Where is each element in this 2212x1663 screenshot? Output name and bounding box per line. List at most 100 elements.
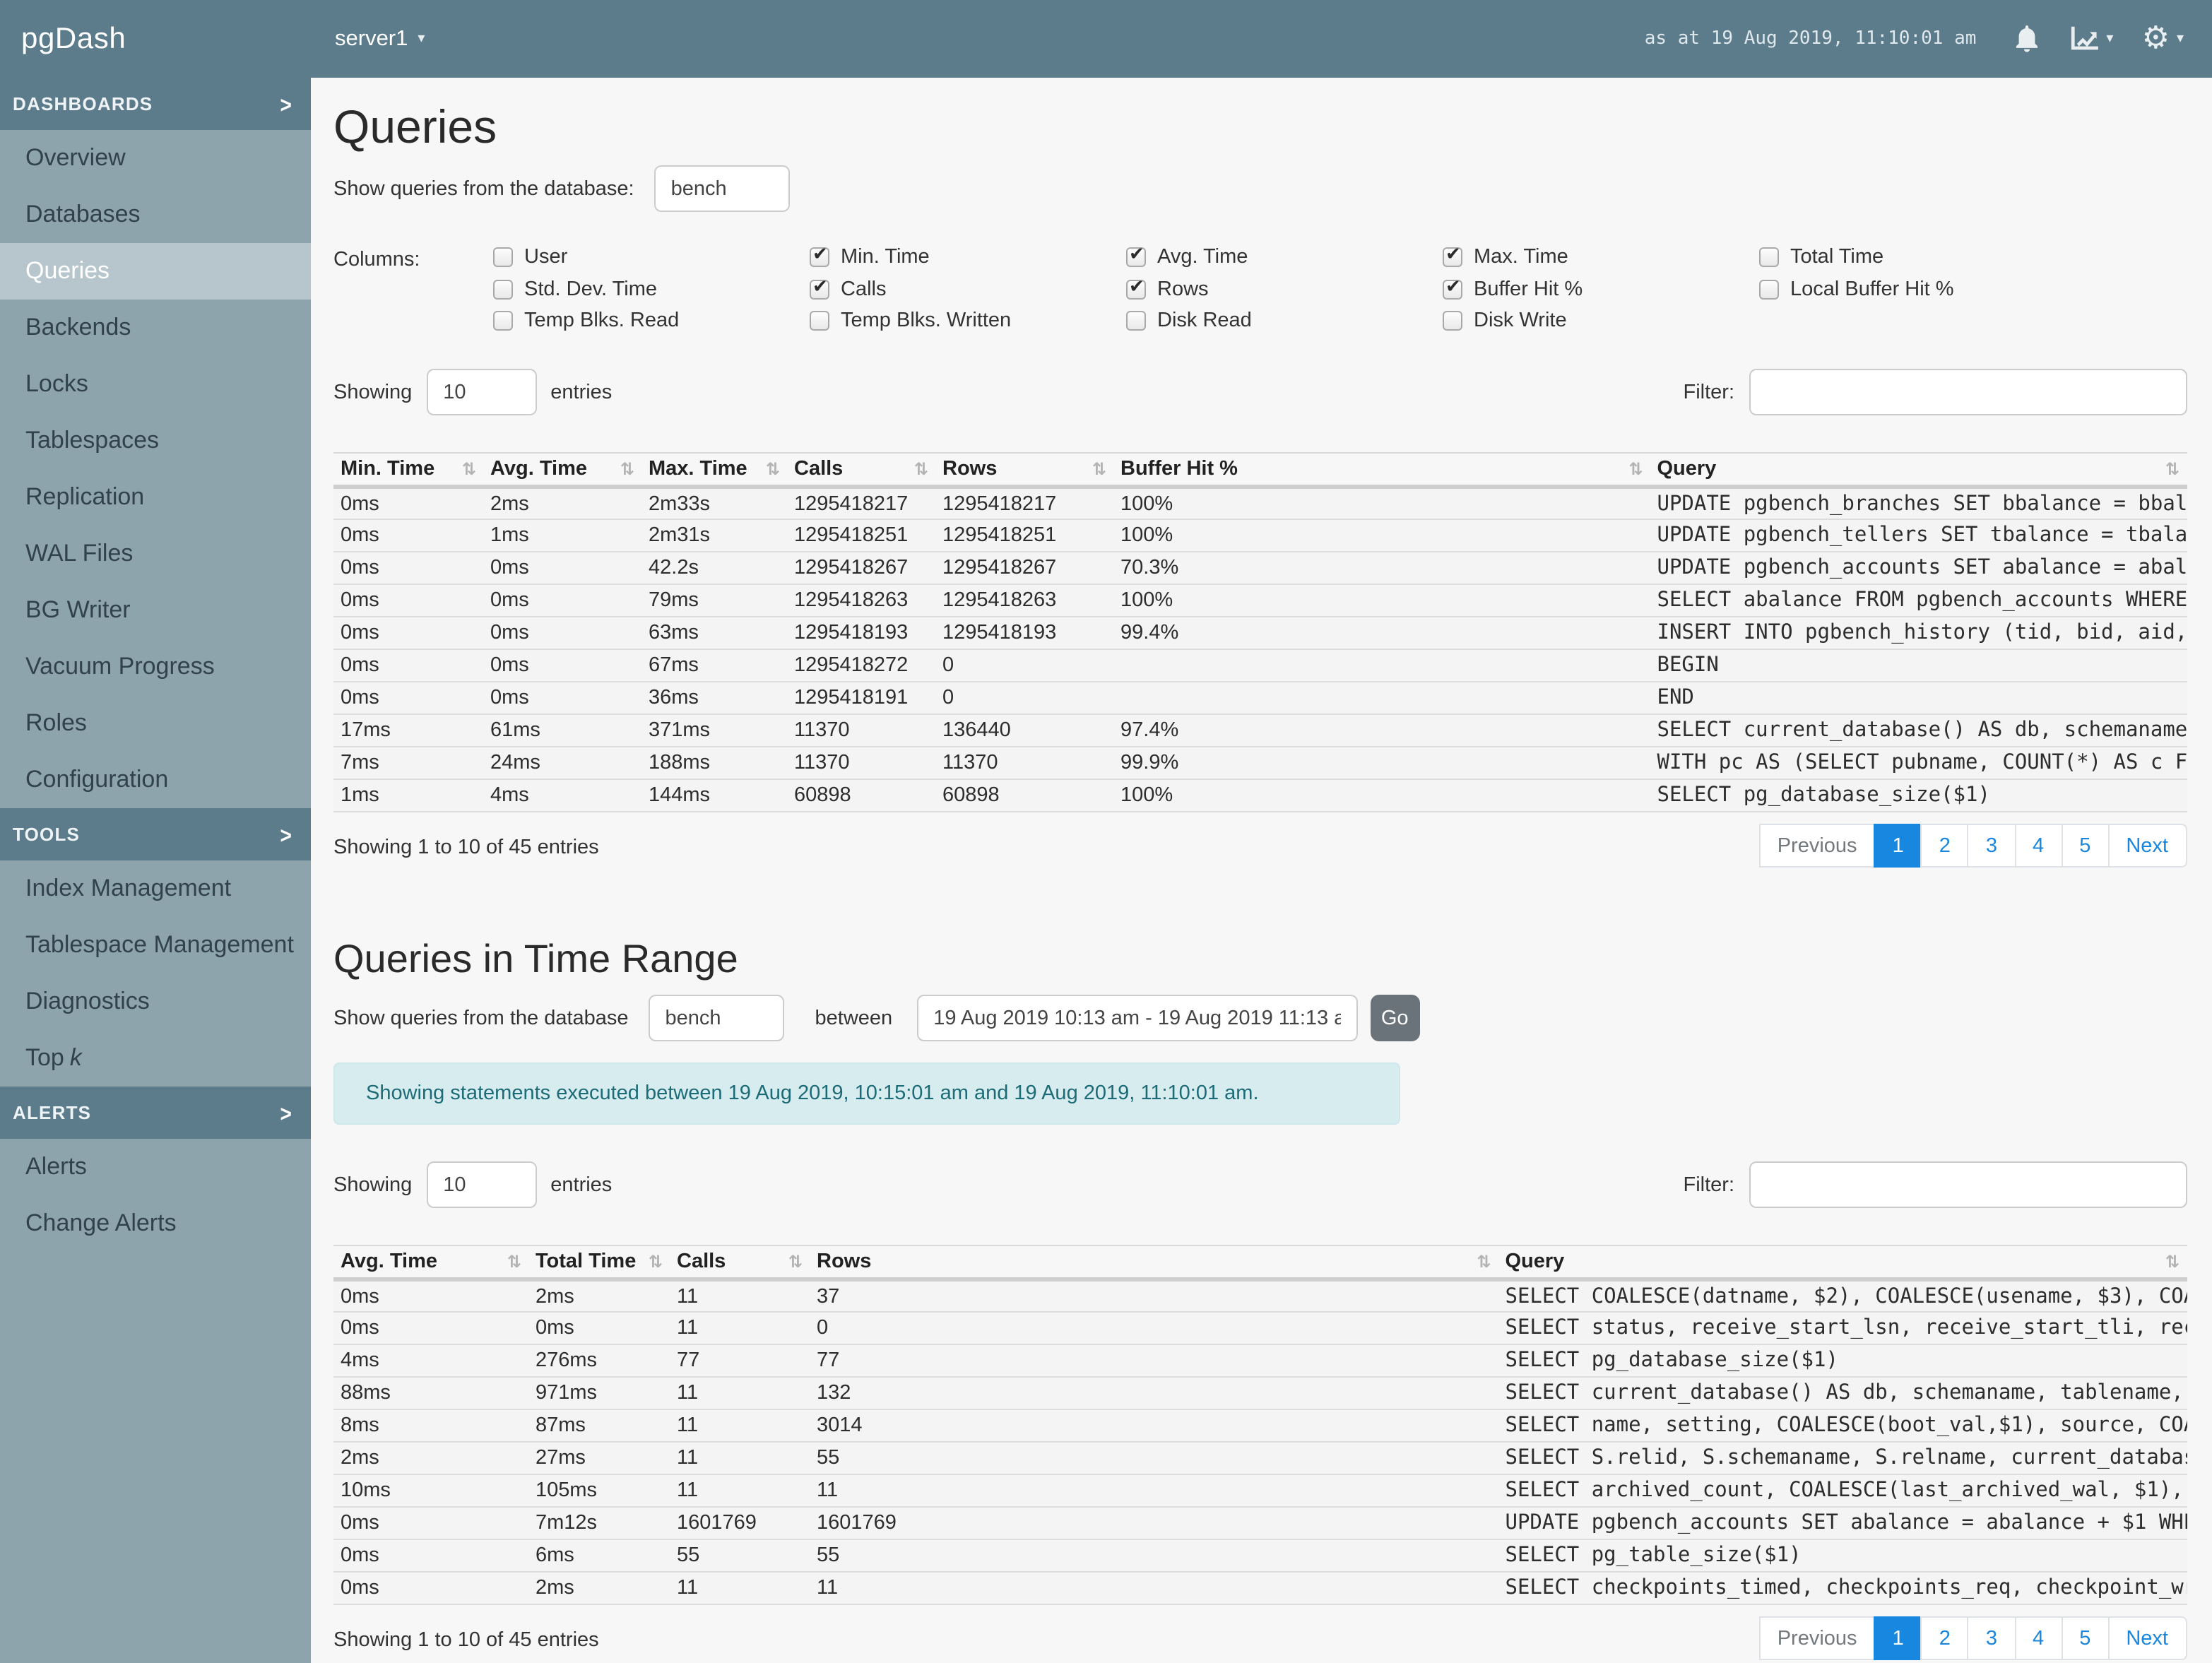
page-size-input[interactable] bbox=[426, 369, 537, 415]
sidebar-item[interactable]: BG Writer bbox=[0, 582, 311, 639]
pagination-button[interactable]: 2 bbox=[1920, 1616, 1969, 1660]
column-header[interactable]: Query ⇅ bbox=[1498, 1245, 2187, 1282]
pagination-button[interactable]: 4 bbox=[2014, 824, 2063, 868]
query-link[interactable]: WITH pc AS (SELECT pubname, COUNT(*) AS … bbox=[1650, 747, 2187, 780]
sidebar-item[interactable]: Locks bbox=[0, 356, 311, 413]
query-link[interactable]: SELECT current_database() AS db, scheman… bbox=[1650, 714, 2187, 747]
pagination-button[interactable]: 3 bbox=[1967, 1616, 2016, 1660]
sort-icon[interactable]: ⇅ bbox=[1628, 459, 1643, 479]
sidebar-item[interactable]: Tablespaces bbox=[0, 413, 311, 469]
sidebar-item[interactable]: Configuration bbox=[0, 752, 311, 808]
charts-menu-button[interactable]: ▾ bbox=[2068, 25, 2113, 52]
pagination-button[interactable]: 1 bbox=[1874, 824, 1922, 868]
column-checkbox-option[interactable]: Std. Dev. Time bbox=[493, 278, 810, 300]
sidebar-item[interactable]: Queries bbox=[0, 243, 311, 300]
column-checkbox-option[interactable]: Max. Time bbox=[1443, 244, 1759, 268]
column-header[interactable]: Avg. Time ⇅ bbox=[483, 452, 641, 489]
query-link[interactable]: UPDATE pgbench_accounts SET abalance = a… bbox=[1498, 1507, 2187, 1540]
query-link[interactable]: INSERT INTO pgbench_history (tid, bid, a… bbox=[1650, 617, 2187, 650]
sort-icon[interactable]: ⇅ bbox=[766, 459, 780, 479]
checkbox-icon[interactable] bbox=[1759, 279, 1779, 299]
sort-icon[interactable]: ⇅ bbox=[2165, 1252, 2180, 1272]
sort-icon[interactable]: ⇅ bbox=[1092, 459, 1106, 479]
pagination-button[interactable]: 5 bbox=[2061, 824, 2110, 868]
checkbox-icon[interactable] bbox=[810, 311, 829, 331]
checkbox-icon[interactable] bbox=[1126, 311, 1146, 331]
sidebar-item[interactable]: Databases bbox=[0, 187, 311, 243]
sidebar-section-dashboards[interactable]: DASHBOARDS > bbox=[0, 78, 311, 130]
query-link[interactable]: SELECT S.relid, S.schemaname, S.relname,… bbox=[1498, 1442, 2187, 1475]
column-checkbox-option[interactable]: Temp Blks. Written bbox=[810, 309, 1126, 332]
sidebar-item[interactable]: Tablespace Management bbox=[0, 917, 311, 973]
checkbox-icon[interactable] bbox=[1126, 244, 1146, 267]
pagination-button[interactable]: 5 bbox=[2061, 1616, 2110, 1660]
query-link[interactable]: BEGIN bbox=[1650, 649, 2187, 682]
sidebar-item[interactable]: Alerts bbox=[0, 1139, 311, 1195]
sort-icon[interactable]: ⇅ bbox=[2165, 459, 2180, 479]
column-header[interactable]: Rows ⇅ bbox=[810, 1245, 1498, 1282]
column-checkbox-option[interactable]: Temp Blks. Read bbox=[493, 309, 810, 332]
sidebar-item[interactable]: Backends bbox=[0, 300, 311, 356]
query-link[interactable]: SELECT pg_database_size($1) bbox=[1498, 1344, 2187, 1378]
column-header[interactable]: Min. Time ⇅ bbox=[333, 452, 483, 489]
query-link[interactable]: UPDATE pgbench_accounts SET abalance = a… bbox=[1650, 552, 2187, 585]
column-checkbox-option[interactable]: Buffer Hit % bbox=[1443, 276, 1759, 300]
pagination-button[interactable]: 2 bbox=[1920, 824, 1969, 868]
column-header[interactable]: Total Time ⇅ bbox=[528, 1245, 670, 1282]
sidebar-item[interactable]: Change Alerts bbox=[0, 1195, 311, 1252]
checkbox-icon[interactable] bbox=[1759, 247, 1779, 267]
checkbox-icon[interactable] bbox=[1126, 276, 1146, 299]
query-link[interactable]: SELECT pg_table_size($1) bbox=[1498, 1539, 2187, 1573]
brand-logo[interactable]: pgDash bbox=[0, 22, 311, 56]
column-checkbox-option[interactable]: Local Buffer Hit % bbox=[1759, 278, 2076, 300]
sort-icon[interactable]: ⇅ bbox=[462, 459, 476, 479]
checkbox-icon[interactable] bbox=[1443, 311, 1462, 331]
sort-icon[interactable]: ⇅ bbox=[1477, 1252, 1491, 1272]
sidebar-section-alerts[interactable]: ALERTS > bbox=[0, 1087, 311, 1139]
filter-input[interactable] bbox=[1749, 369, 2187, 415]
query-link[interactable]: UPDATE pgbench_branches SET bbalance = b… bbox=[1650, 487, 2187, 520]
pagination-button[interactable]: Next bbox=[2107, 1616, 2187, 1660]
notifications-bell-button[interactable] bbox=[2013, 24, 2040, 54]
checkbox-icon[interactable] bbox=[810, 244, 829, 267]
query-link[interactable]: SELECT status, receive_start_lsn, receiv… bbox=[1498, 1312, 2187, 1345]
settings-menu-button[interactable]: ⚙ ▾ bbox=[2141, 23, 2184, 54]
pagination-button[interactable]: Previous bbox=[1758, 1616, 1876, 1660]
column-header[interactable]: Calls ⇅ bbox=[670, 1245, 810, 1282]
go-button[interactable]: Go bbox=[1370, 995, 1420, 1041]
query-link[interactable]: SELECT checkpoints_timed, checkpoints_re… bbox=[1498, 1572, 2187, 1605]
sort-icon[interactable]: ⇅ bbox=[649, 1252, 663, 1272]
column-checkbox-option[interactable]: Total Time bbox=[1759, 246, 2076, 268]
column-checkbox-option[interactable]: Min. Time bbox=[810, 244, 1126, 268]
pagination-button[interactable]: 4 bbox=[2014, 1616, 2063, 1660]
filter-input[interactable] bbox=[1749, 1161, 2187, 1208]
query-link[interactable]: SELECT COALESCE(datname, $2), COALESCE(u… bbox=[1498, 1279, 2187, 1313]
sidebar-item[interactable]: Roles bbox=[0, 695, 311, 752]
sort-icon[interactable]: ⇅ bbox=[788, 1252, 803, 1272]
column-checkbox-option[interactable]: Disk Write bbox=[1443, 309, 1759, 332]
query-link[interactable]: SELECT archived_count, COALESCE(last_arc… bbox=[1498, 1474, 2187, 1508]
sidebar-item[interactable]: Vacuum Progress bbox=[0, 639, 311, 695]
column-checkbox-option[interactable]: User bbox=[493, 246, 810, 268]
pagination-button[interactable]: 3 bbox=[1967, 824, 2016, 868]
column-checkbox-option[interactable]: Rows bbox=[1126, 276, 1443, 300]
sort-icon[interactable]: ⇅ bbox=[914, 459, 928, 479]
pagination-button[interactable]: 1 bbox=[1874, 1616, 1922, 1660]
query-link[interactable]: UPDATE pgbench_tellers SET tbalance = tb… bbox=[1650, 519, 2187, 552]
query-link[interactable]: END bbox=[1650, 682, 2187, 715]
sort-icon[interactable]: ⇅ bbox=[620, 459, 634, 479]
column-header[interactable]: Avg. Time ⇅ bbox=[333, 1245, 528, 1282]
sidebar-item[interactable]: Diagnostics bbox=[0, 973, 311, 1030]
sidebar-item[interactable]: Top k bbox=[0, 1030, 311, 1087]
time-range-input[interactable] bbox=[916, 995, 1358, 1041]
query-link[interactable]: SELECT abalance FROM pgbench_accounts WH… bbox=[1650, 584, 2187, 617]
server-selector[interactable]: server1 ▾ bbox=[335, 26, 425, 52]
sidebar-item[interactable]: WAL Files bbox=[0, 526, 311, 582]
checkbox-icon[interactable] bbox=[1443, 276, 1462, 299]
pagination-button[interactable]: Next bbox=[2107, 824, 2187, 868]
sidebar-item[interactable]: Index Management bbox=[0, 860, 311, 917]
column-header[interactable]: Rows ⇅ bbox=[935, 452, 1113, 489]
query-link[interactable]: SELECT name, setting, COALESCE(boot_val,… bbox=[1498, 1409, 2187, 1443]
checkbox-icon[interactable] bbox=[493, 279, 513, 299]
checkbox-icon[interactable] bbox=[493, 247, 513, 267]
